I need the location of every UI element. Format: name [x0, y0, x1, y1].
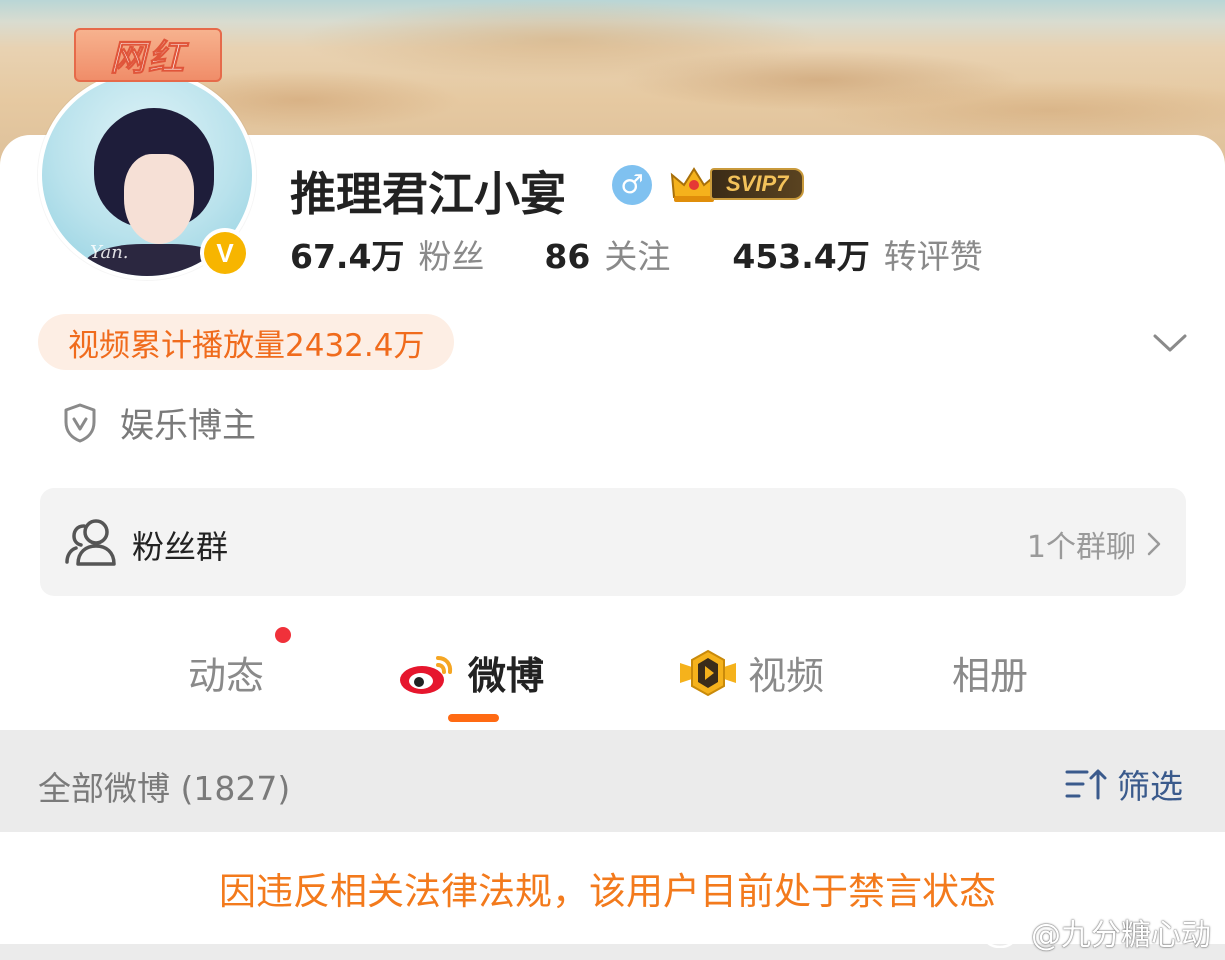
svip-badge[interactable]: SVIP7: [668, 163, 805, 205]
stat-following[interactable]: 86 关注: [544, 230, 670, 278]
shield-icon: [64, 403, 96, 442]
avatar-face: [124, 154, 194, 244]
active-tab-indicator: [448, 714, 499, 722]
tab-video-label: 视频: [748, 654, 825, 698]
stat-following-label: 关注: [604, 237, 671, 276]
weibo-logo-icon: [400, 655, 453, 694]
stats-row: 67.4万 粉丝 86 关注 453.4万 转评赞: [290, 230, 983, 276]
profile-tabs: 动态 微博 视频 相册: [0, 625, 1225, 725]
filter-button[interactable]: 筛选: [1065, 760, 1183, 808]
fan-group-title: 粉丝群: [132, 528, 229, 566]
tab-album[interactable]: 相册: [952, 645, 1028, 700]
stat-fans-value: 67.4万: [290, 237, 405, 276]
fan-group-count-label: 1个群聊: [1026, 530, 1136, 565]
all-posts-count[interactable]: 全部微博 (1827): [38, 762, 290, 810]
filter-sort-icon: [1065, 769, 1107, 800]
watermark: @九分糖心动: [983, 910, 1211, 954]
stat-fans-label: 粉丝: [418, 237, 485, 276]
people-icon: [65, 519, 116, 566]
video-badge-icon: [680, 649, 736, 696]
tab-album-label: 相册: [952, 654, 1029, 698]
tab-weibo[interactable]: 微博: [398, 645, 544, 700]
stat-interactions-label: 转评赞: [883, 237, 983, 276]
video-plays-pill[interactable]: 视频累计播放量2432.4万: [38, 314, 455, 370]
tab-dynamic[interactable]: 动态: [188, 645, 264, 700]
avatar-signature: Yan.: [90, 242, 129, 263]
profile-name: 推理君江小宴: [290, 167, 566, 221]
stat-following-value: 86: [544, 237, 591, 276]
fan-group-row[interactable]: 粉丝群 1个群聊: [40, 488, 1186, 596]
tab-weibo-label: 微博: [468, 654, 545, 698]
svip-label: SVIP7: [710, 168, 805, 200]
verified-v-icon: V: [200, 228, 250, 278]
verification-label: 娱乐博主: [120, 406, 256, 446]
tab-dynamic-label: 动态: [188, 654, 265, 698]
chevron-down-icon[interactable]: [1150, 328, 1190, 356]
chevron-right-icon: [1147, 532, 1161, 556]
male-gender-icon: ♂: [612, 165, 652, 205]
weibo-watermark-icon: [983, 918, 1023, 948]
banned-notice-text: 因违反相关法律法规，该用户目前处于禁言状态: [219, 870, 996, 913]
verification-row: 娱乐博主: [62, 398, 256, 447]
notification-dot: [275, 627, 291, 643]
fan-group-count[interactable]: 1个群聊: [1027, 522, 1162, 566]
stat-interactions-value: 453.4万: [732, 237, 870, 276]
filter-label: 筛选: [1117, 767, 1183, 806]
watermark-text: @九分糖心动: [1031, 918, 1211, 953]
stat-interactions[interactable]: 453.4万 转评赞: [732, 230, 982, 278]
tab-video[interactable]: 视频: [678, 645, 824, 700]
wanghong-badge[interactable]: 网红: [74, 28, 222, 82]
feed-filter-bar: 全部微博 (1827) 筛选: [0, 730, 1225, 832]
stat-fans[interactable]: 67.4万 粉丝: [290, 230, 484, 278]
verified-v-mark: V: [204, 232, 246, 274]
